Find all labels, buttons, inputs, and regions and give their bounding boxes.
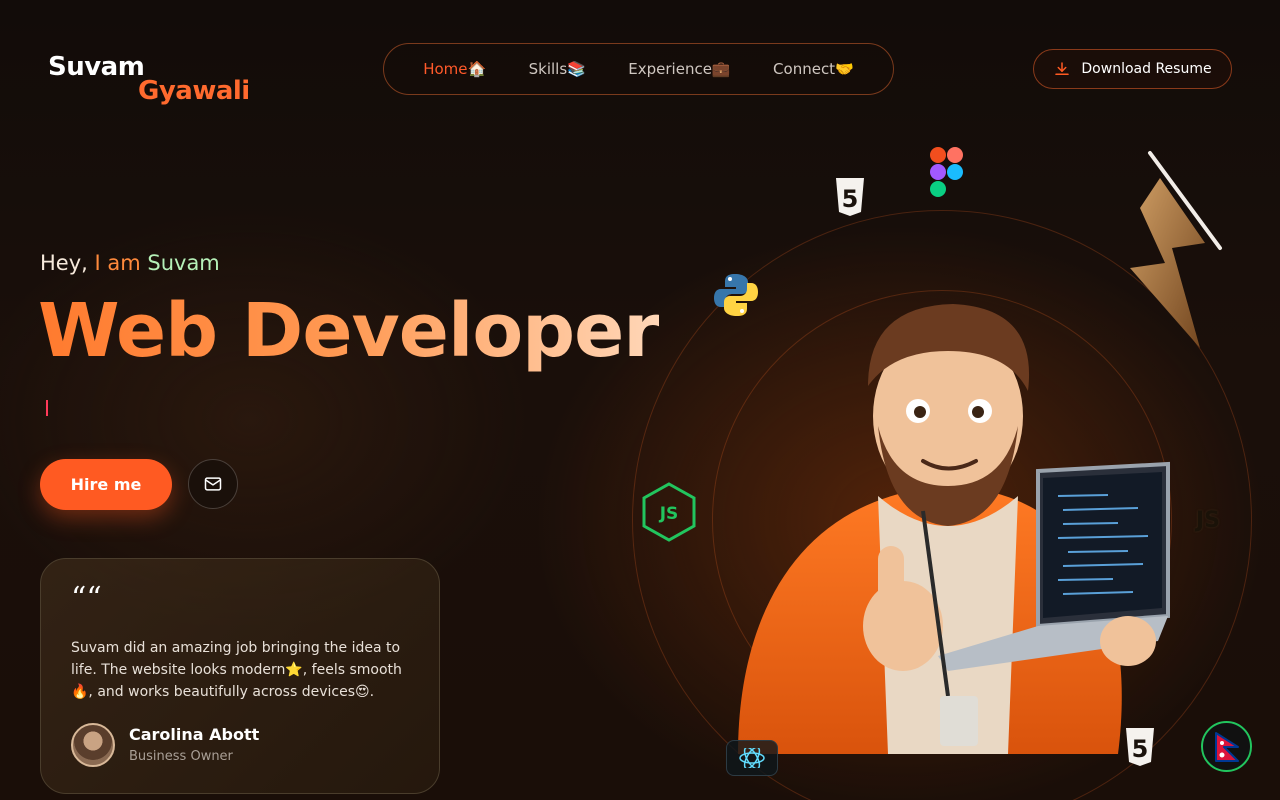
greeting-name: Suvam bbox=[147, 251, 220, 275]
hero-headline: Web Developer bbox=[38, 288, 660, 374]
html5-glyph-bottom: 5 bbox=[1132, 735, 1149, 763]
nav-item-connect[interactable]: Connect🤝 bbox=[773, 60, 854, 78]
react-icon bbox=[726, 740, 778, 776]
greeting-i-am: I am bbox=[87, 251, 148, 275]
mail-icon bbox=[204, 477, 222, 491]
figma-icon bbox=[930, 147, 963, 197]
download-resume-label: Download Resume bbox=[1081, 61, 1212, 77]
main-nav: Home🏠 Skills📚 Experience💼 Connect🤝 bbox=[383, 43, 894, 95]
testimonial-card: ““ Suvam did an amazing job bringing the… bbox=[40, 558, 440, 794]
testimonial-author: Carolina Abott bbox=[129, 725, 260, 744]
hire-me-button[interactable]: Hire me bbox=[40, 459, 172, 510]
logo-last-name[interactable]: Gyawali bbox=[138, 76, 250, 106]
nepal-flag-icon bbox=[1214, 731, 1239, 762]
testimonial-text: Suvam did an amazing job bringing the id… bbox=[71, 640, 402, 700]
email-button[interactable] bbox=[188, 459, 238, 509]
hero-greeting: Hey, I am Suvam bbox=[40, 251, 220, 275]
nav-item-experience[interactable]: Experience💼 bbox=[628, 60, 730, 78]
download-icon bbox=[1055, 62, 1070, 75]
logo-first-name[interactable]: Suvam bbox=[48, 52, 145, 82]
javascript-icon: JS bbox=[1196, 508, 1221, 533]
html5-icon-bottom: 5 bbox=[1124, 726, 1156, 768]
quote-icon: ““ bbox=[71, 581, 102, 616]
download-resume-button[interactable]: Download Resume bbox=[1033, 49, 1232, 89]
nepal-flag-button[interactable] bbox=[1201, 721, 1252, 772]
html5-icon: 5 bbox=[834, 176, 866, 218]
testimonial-role: Business Owner bbox=[129, 749, 233, 764]
greeting-hey: Hey, bbox=[40, 251, 88, 275]
developer-avatar-illustration bbox=[738, 304, 1170, 754]
nav-item-skills[interactable]: Skills📚 bbox=[529, 60, 586, 78]
nodejs-icon: JS bbox=[642, 482, 696, 542]
typing-cursor bbox=[46, 400, 48, 416]
nodejs-glyph: JS bbox=[659, 504, 679, 524]
html5-glyph: 5 bbox=[842, 185, 859, 213]
avatar bbox=[71, 723, 115, 767]
nav-item-home[interactable]: Home🏠 bbox=[423, 60, 486, 78]
